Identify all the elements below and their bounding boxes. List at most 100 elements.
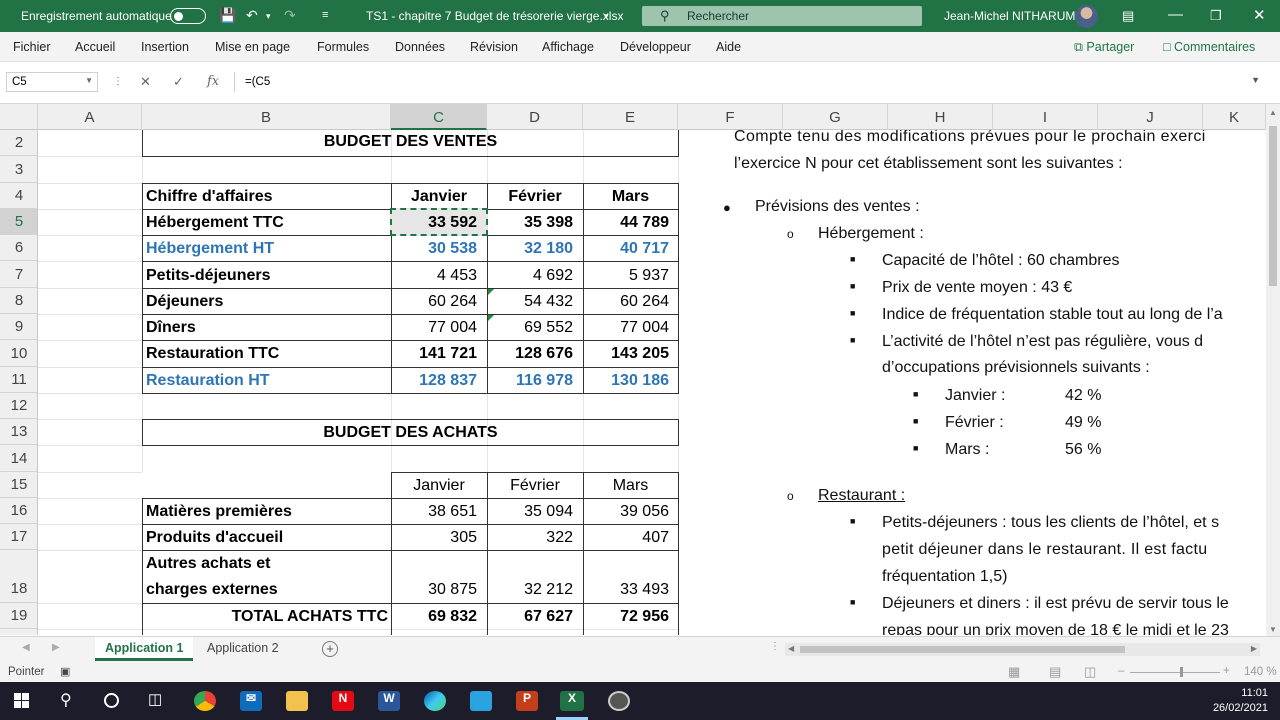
horizontal-scroll-thumb[interactable] xyxy=(800,646,1125,653)
table-cell[interactable]: 407 xyxy=(583,529,669,547)
error-indicator-icon[interactable] xyxy=(488,289,494,295)
table-row-label[interactable]: TOTAL ACHATS TTC xyxy=(146,608,388,626)
row-header[interactable]: 13 xyxy=(0,419,37,445)
zoom-out-icon[interactable]: – xyxy=(1118,665,1124,677)
col-header-a[interactable]: A xyxy=(38,104,142,130)
col-header-d[interactable]: D xyxy=(487,104,583,130)
powerpoint-icon[interactable]: P xyxy=(516,691,538,711)
table-row-label[interactable]: Restauration HT xyxy=(146,372,386,390)
table-cell[interactable]: 35 398 xyxy=(487,214,573,232)
purchases-header-mars[interactable]: Mars xyxy=(583,477,678,495)
chevron-down-icon[interactable]: ▼ xyxy=(85,76,93,85)
insert-function-icon[interactable]: fx xyxy=(207,74,219,89)
zoom-slider-thumb[interactable] xyxy=(1180,667,1183,677)
row-header[interactable]: 17 xyxy=(0,524,37,550)
file-title[interactable]: TS1 - chapitre 7 Budget de trésorerie vi… xyxy=(366,9,623,23)
table-cell[interactable]: 4 453 xyxy=(391,267,477,285)
table-cell[interactable]: 33 592 xyxy=(391,214,477,232)
table-row-label[interactable]: Petits-déjeuners xyxy=(146,267,386,285)
row-header[interactable]: 19 xyxy=(0,603,37,629)
add-sheet-icon[interactable]: + xyxy=(322,641,338,657)
row-header[interactable]: 9 xyxy=(0,314,37,340)
next-sheet-icon[interactable]: ▶ xyxy=(52,642,60,653)
purchases-title[interactable]: BUDGET DES ACHATS xyxy=(142,424,679,442)
mail-icon[interactable]: ✉ xyxy=(240,691,262,711)
comments-button[interactable]: □ Commentaires xyxy=(1157,37,1261,57)
row-header[interactable]: 4 xyxy=(0,183,37,209)
macro-record-icon[interactable]: ▣ xyxy=(60,665,70,678)
table-cell[interactable]: 69 552 xyxy=(487,319,573,337)
col-header-i[interactable]: I xyxy=(993,104,1098,130)
col-header-e[interactable]: E xyxy=(583,104,678,130)
table-row-label[interactable]: Hébergement HT xyxy=(146,240,386,258)
col-header-b[interactable]: B xyxy=(142,104,391,130)
row-header[interactable]: 6 xyxy=(0,235,37,261)
table-cell[interactable]: 4 692 xyxy=(487,267,573,285)
table-cell[interactable]: 77 004 xyxy=(391,319,477,337)
row-header[interactable]: 10 xyxy=(0,340,37,367)
table-cell[interactable]: 322 xyxy=(487,529,573,547)
undo-dropdown-icon[interactable]: ▾ xyxy=(266,11,271,22)
row-header[interactable]: 18 xyxy=(0,550,37,603)
tab-revision[interactable]: Révision xyxy=(470,40,518,54)
table-cell[interactable]: 67 627 xyxy=(487,608,573,626)
table-cell[interactable]: 305 xyxy=(391,529,477,547)
zoom-in-icon[interactable]: + xyxy=(1223,665,1230,677)
obs-icon[interactable] xyxy=(608,691,630,711)
close-icon[interactable]: ✕ xyxy=(1253,6,1266,24)
minimize-icon[interactable]: — xyxy=(1168,6,1183,23)
horizontal-scrollbar[interactable]: ◀ ▶ xyxy=(785,643,1260,656)
autosave-toggle[interactable] xyxy=(170,8,206,24)
row-header[interactable]: 8 xyxy=(0,288,37,314)
error-indicator-icon[interactable] xyxy=(488,315,494,321)
table-cell[interactable]: 77 004 xyxy=(583,319,669,337)
select-all-corner[interactable] xyxy=(0,104,38,130)
purchases-header-janvier[interactable]: Janvier xyxy=(391,477,487,495)
scroll-down-icon[interactable]: ▼ xyxy=(1269,625,1277,634)
table-row-label[interactable]: Déjeuners xyxy=(146,293,386,311)
restore-icon[interactable]: ❐ xyxy=(1210,8,1222,24)
table-cell[interactable]: 40 717 xyxy=(583,240,669,258)
tab-formules[interactable]: Formules xyxy=(317,40,369,54)
col-header-h[interactable]: H xyxy=(888,104,993,130)
table-cell[interactable]: 54 432 xyxy=(487,293,573,311)
table-row-label[interactable]: Restauration TTC xyxy=(146,345,386,363)
table-cell[interactable]: 69 832 xyxy=(391,608,477,626)
task-view-icon[interactable]: ◫ xyxy=(148,690,162,708)
col-header-j[interactable]: J xyxy=(1098,104,1203,130)
enter-icon[interactable]: ✓ xyxy=(173,74,184,90)
sales-title[interactable]: BUDGET DES VENTES xyxy=(142,133,679,151)
user-avatar[interactable] xyxy=(1075,5,1098,28)
row-header[interactable]: 11 xyxy=(0,367,37,393)
normal-view-icon[interactable]: ▦ xyxy=(1008,664,1020,680)
windows-start-icon[interactable] xyxy=(14,693,30,709)
user-name[interactable]: Jean-Michel NITHARUM xyxy=(944,9,1075,23)
sales-header-mars[interactable]: Mars xyxy=(583,188,678,206)
page-break-icon[interactable]: ◫ xyxy=(1084,664,1096,680)
taskbar-clock[interactable]: 11:01 26/02/2021 xyxy=(1213,686,1268,716)
table-row-label[interactable]: Dîners xyxy=(146,319,386,337)
table-cell[interactable]: 60 264 xyxy=(391,293,477,311)
table-cell[interactable]: 72 956 xyxy=(583,608,669,626)
table-cell[interactable]: 30 875 xyxy=(391,581,477,599)
table-cell[interactable]: 116 978 xyxy=(487,372,573,390)
col-header-f[interactable]: F xyxy=(678,104,783,130)
tab-aide[interactable]: Aide xyxy=(716,40,741,54)
search-box[interactable]: ⚲ Rechercher xyxy=(642,6,922,26)
worksheet-grid[interactable]: BUDGET DES VENTES Chiffre d'affaires Jan… xyxy=(38,130,1266,635)
table-cell[interactable]: 128 676 xyxy=(487,345,573,363)
prev-sheet-icon[interactable]: ◀ xyxy=(22,642,30,653)
formula-input[interactable]: =(C5 ▼ xyxy=(234,72,1268,92)
table-cell[interactable]: 130 186 xyxy=(583,372,669,390)
zoom-level[interactable]: 140 % xyxy=(1244,666,1277,678)
table-cell[interactable]: 143 205 xyxy=(583,345,669,363)
col-header-k[interactable]: K xyxy=(1203,104,1266,130)
chrome-icon[interactable] xyxy=(194,691,216,711)
title-dropdown-icon[interactable]: ▾ xyxy=(604,11,609,22)
edge-icon[interactable] xyxy=(424,691,446,711)
scroll-left-icon[interactable]: ◀ xyxy=(788,644,794,653)
scroll-right-icon[interactable]: ▶ xyxy=(1251,644,1257,653)
table-cell[interactable]: 38 651 xyxy=(391,503,477,521)
tab-accueil[interactable]: Accueil xyxy=(75,40,115,54)
ribbon-display-icon[interactable]: ▤ xyxy=(1122,8,1134,24)
